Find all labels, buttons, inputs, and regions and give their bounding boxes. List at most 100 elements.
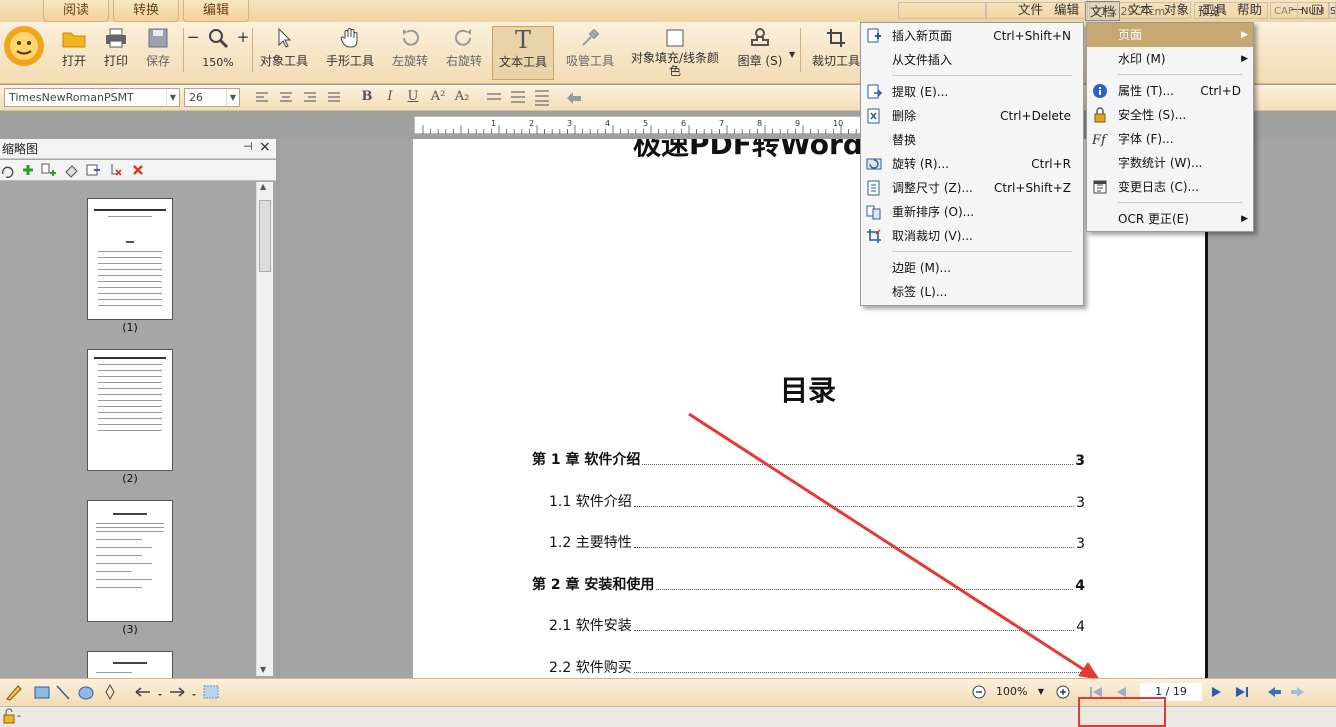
tab-read[interactable]: 阅读: [43, 0, 109, 22]
font-family-value: TimesNewRomanPSMT: [9, 91, 134, 104]
doc-menu-item-label: 从文件插入: [892, 53, 953, 67]
toc-leader-dots: [633, 547, 1075, 548]
doc-menu-item[interactable]: 调整尺寸 (Z)... Ctrl+Shift+Z: [861, 176, 1083, 200]
tab-convert[interactable]: 转换: [113, 0, 179, 22]
svg-text:9: 9: [795, 119, 800, 128]
toc-entry[interactable]: 第 1 章 软件介绍 3: [532, 449, 1085, 469]
zoom-icon-button[interactable]: [204, 24, 232, 52]
toc-entry-text: 1.1 软件介绍: [549, 494, 632, 510]
toc-entry-page: 3: [1076, 495, 1085, 511]
zoom-in-button[interactable]: +: [236, 28, 250, 46]
zoom-select[interactable]: 100% ▼: [992, 683, 1048, 701]
status-cell-empty: [898, 2, 986, 19]
drawing-tools[interactable]: [4, 682, 224, 702]
changelog-icon: [1092, 179, 1108, 195]
doc-menu-item[interactable]: 重新排序 (O)...: [861, 200, 1083, 224]
page-thumbnail-3[interactable]: [87, 500, 173, 622]
zoom-out-circle-icon[interactable]: [971, 684, 987, 700]
doc-menu-item[interactable]: 插入新页面 Ctrl+Shift+N: [861, 24, 1083, 48]
bold-button[interactable]: B: [357, 88, 377, 106]
page-submenu: 页面 ▶ 水印 (M) ▶ 属性 (T)... Ctrl+D 安全性 (S)... Ff 字体 …: [1086, 22, 1254, 232]
scrollbar-thumb[interactable]: [259, 200, 271, 272]
page-menu-item-label: 属性 (T)...: [1118, 84, 1174, 98]
page-menu-item[interactable]: Ff 字体 (F)...: [1087, 127, 1253, 151]
page-menu-item[interactable]: 安全性 (S)...: [1087, 103, 1253, 127]
rotate-left-button[interactable]: 左旋转: [388, 24, 432, 69]
insert-page-icon: [866, 28, 882, 44]
print-button[interactable]: 打印: [98, 24, 134, 69]
page-menu-item[interactable]: OCR 更正(E) ▶: [1087, 207, 1253, 231]
toc-leader-dots: [642, 464, 1074, 465]
eyedropper-button[interactable]: 吸管工具: [562, 24, 618, 69]
pin-icon[interactable]: ⊣: [243, 140, 253, 153]
open-button[interactable]: 打开: [56, 24, 92, 69]
crop-tool-button[interactable]: 裁切工具: [808, 24, 864, 69]
hand-tool-button[interactable]: 手形工具: [322, 24, 378, 69]
font-family-select[interactable]: TimesNewRomanPSMT ▼: [4, 88, 180, 107]
page-menu-item-label: 安全性 (S)...: [1118, 108, 1187, 122]
toc-entry[interactable]: 第 2 章 安装和使用 4: [532, 574, 1085, 594]
text-tool-button[interactable]: T 文本工具: [492, 26, 554, 80]
doc-menu-item[interactable]: 从文件插入: [861, 48, 1083, 72]
page-menu-item[interactable]: 字数统计 (W)...: [1087, 151, 1253, 175]
rotate-left-label: 左旋转: [391, 54, 428, 68]
page-thumbnail-1[interactable]: [87, 198, 173, 320]
thumbnail-tool-icons[interactable]: [0, 160, 150, 180]
doc-menu-item[interactable]: 删除 Ctrl+Delete: [861, 104, 1083, 128]
spacing-buttons[interactable]: [484, 90, 554, 106]
undo-icon[interactable]: [564, 89, 584, 107]
rotate-right-label: 右旋转: [445, 54, 482, 68]
page-menu-item-label: 页面: [1118, 28, 1143, 42]
toc-entry-text: 2.2 软件购买: [549, 660, 632, 676]
fill-color-label: 对象填充/线条颜色: [630, 51, 720, 78]
doc-menu-item-label: 标签 (L)...: [892, 285, 948, 299]
fill-color-button[interactable]: 对象填充/线条颜色: [628, 24, 722, 78]
doc-menu-item[interactable]: 边距 (M)...: [861, 256, 1083, 280]
stamp-dropdown-icon[interactable]: ▼: [789, 50, 795, 59]
font-size-value: 26: [189, 91, 203, 104]
doc-menu-item[interactable]: 旋转 (R)... Ctrl+R: [861, 152, 1083, 176]
back-forward-view-icons[interactable]: [1266, 684, 1308, 700]
folder-icon: [62, 32, 86, 48]
zoom-in-circle-icon[interactable]: [1055, 684, 1071, 700]
doc-menu-item[interactable]: 取消裁切 (V)...: [861, 224, 1083, 248]
align-buttons[interactable]: [252, 90, 352, 106]
toc-entry[interactable]: 1.1 软件介绍 3: [549, 491, 1085, 511]
ribbon-divider: [800, 28, 801, 72]
underline-button[interactable]: U: [403, 88, 423, 106]
next-last-page-icons[interactable]: [1208, 684, 1252, 700]
close-panel-icon[interactable]: ×: [259, 139, 271, 155]
rotate-right-button[interactable]: 右旋转: [442, 24, 486, 69]
doc-menu-item[interactable]: 提取 (E)...: [861, 80, 1083, 104]
page-thumbnail-2[interactable]: [87, 349, 173, 471]
highlight-box: [1078, 697, 1166, 727]
doc-menu-item[interactable]: 替换: [861, 128, 1083, 152]
page-menu-item[interactable]: 页面 ▶: [1087, 23, 1253, 47]
lock-icon: [3, 708, 15, 724]
toc-entry[interactable]: 2.2 软件购买: [549, 657, 1085, 677]
stamp-button[interactable]: 图章 (S): [732, 24, 788, 69]
submenu-arrow-icon: ▶: [1241, 30, 1248, 40]
toc-entry[interactable]: 2.1 软件安装 4: [549, 615, 1085, 635]
print-label: 打印: [103, 54, 128, 68]
app-logo-icon: [4, 26, 44, 66]
doc-menu-item[interactable]: 标签 (L)...: [861, 280, 1083, 304]
subscript-button[interactable]: A₂: [452, 88, 472, 106]
tab-edit[interactable]: 编辑: [183, 0, 249, 22]
save-label: 保存: [145, 54, 170, 68]
page-menu-item[interactable]: 水印 (M) ▶: [1087, 47, 1253, 71]
stamp-icon: [751, 28, 769, 46]
page-menu-item[interactable]: 变更日志 (C)...: [1087, 175, 1253, 199]
superscript-button[interactable]: A²: [428, 88, 448, 106]
toc-entry[interactable]: 1.2 主要特性 3: [549, 532, 1085, 552]
thumbnail-scrollbar[interactable]: ▲ ▼: [256, 182, 273, 676]
save-button[interactable]: 保存: [140, 24, 176, 69]
italic-button[interactable]: I: [380, 88, 400, 106]
zoom-out-button[interactable]: −: [186, 28, 200, 46]
page-thumbnail-4[interactable]: [87, 651, 173, 678]
font-size-select[interactable]: 26 ▼: [184, 88, 240, 107]
lock-status: -: [17, 709, 21, 722]
thumbnail-panel-title: 缩略图: [2, 142, 39, 156]
object-tool-button[interactable]: 对象工具: [256, 24, 312, 69]
page-menu-item[interactable]: 属性 (T)... Ctrl+D: [1087, 79, 1253, 103]
